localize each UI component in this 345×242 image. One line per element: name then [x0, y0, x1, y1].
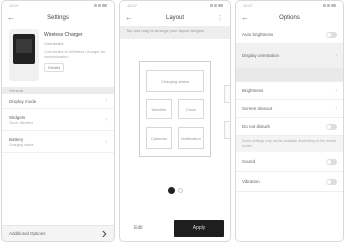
widget-slot[interactable]: Notification — [178, 127, 204, 149]
row-label: Widgets — [9, 114, 26, 120]
instruction-banner: Tap and drag to arrange your layout widg… — [120, 26, 230, 39]
page-title: Settings — [47, 15, 69, 21]
chevron-right-icon: › — [335, 52, 337, 59]
layout-editor-screen: 10:07 ← Layout ⋮ Tap and drag to arrange… — [120, 1, 230, 241]
device-image — [9, 29, 39, 81]
row-label: Display orientation — [242, 53, 280, 58]
nav-bar: ← Settings — [2, 10, 114, 26]
info-note: Some settings may not be available depen… — [236, 136, 343, 152]
toggle-switch[interactable] — [326, 31, 337, 38]
option-row[interactable]: Do not disturb — [236, 118, 343, 136]
row-label: Additional Options — [9, 231, 46, 236]
widget-slot[interactable]: Clock — [178, 99, 204, 119]
section-divider — [236, 68, 343, 82]
settings-row[interactable]: Battery Charging status › — [2, 131, 114, 153]
device-description: Connected to Wireless Charger for custom… — [44, 49, 106, 59]
toggle-switch[interactable] — [326, 123, 337, 130]
status-icons — [94, 4, 107, 7]
status-time: 10:07 — [243, 3, 254, 8]
device-name: Wireless Charger — [44, 32, 83, 38]
option-row[interactable]: Brightness › — [236, 82, 343, 100]
back-arrow-icon[interactable]: ← — [241, 14, 249, 22]
options-screen: 10:07 ← Options Auto brightness Display … — [236, 1, 343, 241]
back-arrow-icon[interactable]: ← — [125, 14, 133, 22]
row-label: Sound — [242, 159, 256, 164]
widget-slot[interactable]: Weather — [146, 99, 172, 119]
row-label: Do not disturb — [242, 124, 271, 129]
toggle-switch[interactable] — [326, 178, 337, 185]
status-bar: 10:07 — [2, 1, 114, 10]
more-icon[interactable]: ⋮ — [217, 14, 225, 22]
row-label: Brightness — [242, 88, 264, 93]
chevron-right-icon: › — [335, 87, 337, 94]
additional-options-row[interactable]: Additional Options › — [2, 225, 114, 241]
signal-icon — [210, 4, 213, 7]
battery-icon — [218, 4, 223, 7]
chevron-right-icon: › — [335, 105, 337, 112]
page-title: Layout — [165, 15, 184, 21]
option-row[interactable]: Vibration — [236, 172, 343, 192]
chevron-right-icon: › — [105, 98, 107, 104]
toggle-switch[interactable] — [326, 158, 337, 165]
status-icons — [210, 4, 223, 7]
active-page-dot — [167, 187, 175, 194]
option-row[interactable]: Display orientation › — [236, 44, 343, 68]
details-button[interactable]: Details — [44, 63, 65, 72]
signal-icon — [323, 4, 326, 7]
battery-icon — [331, 4, 336, 7]
action-bar: Edit Apply — [120, 215, 230, 241]
next-layout-preview[interactable] — [224, 85, 230, 103]
row-label: Screen timeout — [242, 106, 273, 111]
back-arrow-icon[interactable]: ← — [7, 14, 15, 22]
option-row[interactable]: Auto brightness — [236, 26, 343, 44]
settings-row[interactable]: Display mode › — [2, 94, 114, 109]
device-status: Connected — [44, 41, 64, 46]
status-bar: 10:07 — [120, 1, 230, 10]
chevron-right-icon: › — [105, 138, 107, 145]
section-header: General — [2, 87, 114, 94]
settings-row[interactable]: Widgets Clock, Weather › — [2, 109, 114, 131]
device-settings-screen: 10:07 ← Settings Wireless Charger Connec… — [2, 1, 114, 241]
row-sub: Charging status — [9, 142, 34, 147]
wifi-icon — [214, 4, 217, 7]
row-sub: Clock, Weather — [9, 120, 33, 125]
chevron-right-icon: › — [105, 116, 107, 123]
row-label: Display mode — [9, 98, 37, 104]
status-time: 10:07 — [9, 3, 20, 8]
wifi-icon — [98, 4, 101, 7]
widget-slot[interactable]: Calendar — [146, 127, 172, 149]
page-indicator — [120, 187, 230, 194]
option-row[interactable]: Screen timeout › — [236, 100, 343, 118]
option-row[interactable]: Sound — [236, 152, 343, 172]
device-card: Wireless Charger Connected Connected to … — [2, 26, 114, 85]
row-label: Auto brightness — [242, 32, 274, 37]
page-title: Options — [279, 15, 300, 21]
edit-button[interactable]: Edit — [126, 225, 151, 231]
status-icons — [323, 4, 336, 7]
inactive-page-dot[interactable] — [177, 188, 183, 193]
nav-bar: ← Options — [236, 10, 343, 26]
row-label: Vibration — [242, 179, 260, 184]
signal-icon — [94, 4, 97, 7]
chevron-right-icon: › — [101, 224, 107, 242]
status-time: 10:07 — [127, 3, 138, 8]
nav-bar: ← Layout ⋮ — [120, 10, 230, 26]
layout-canvas: Charging status Weather Clock Calendar N… — [139, 61, 211, 157]
status-bar: 10:07 — [236, 1, 343, 10]
wifi-icon — [327, 4, 330, 7]
apply-button[interactable]: Apply — [174, 219, 224, 237]
screenshot-collage: 10:07 ← Settings Wireless Charger Connec… — [0, 0, 345, 242]
next-layout-preview[interactable] — [224, 121, 230, 139]
row-label: Battery — [9, 136, 24, 142]
widget-slot[interactable]: Charging status — [146, 70, 204, 92]
battery-icon — [102, 4, 107, 7]
